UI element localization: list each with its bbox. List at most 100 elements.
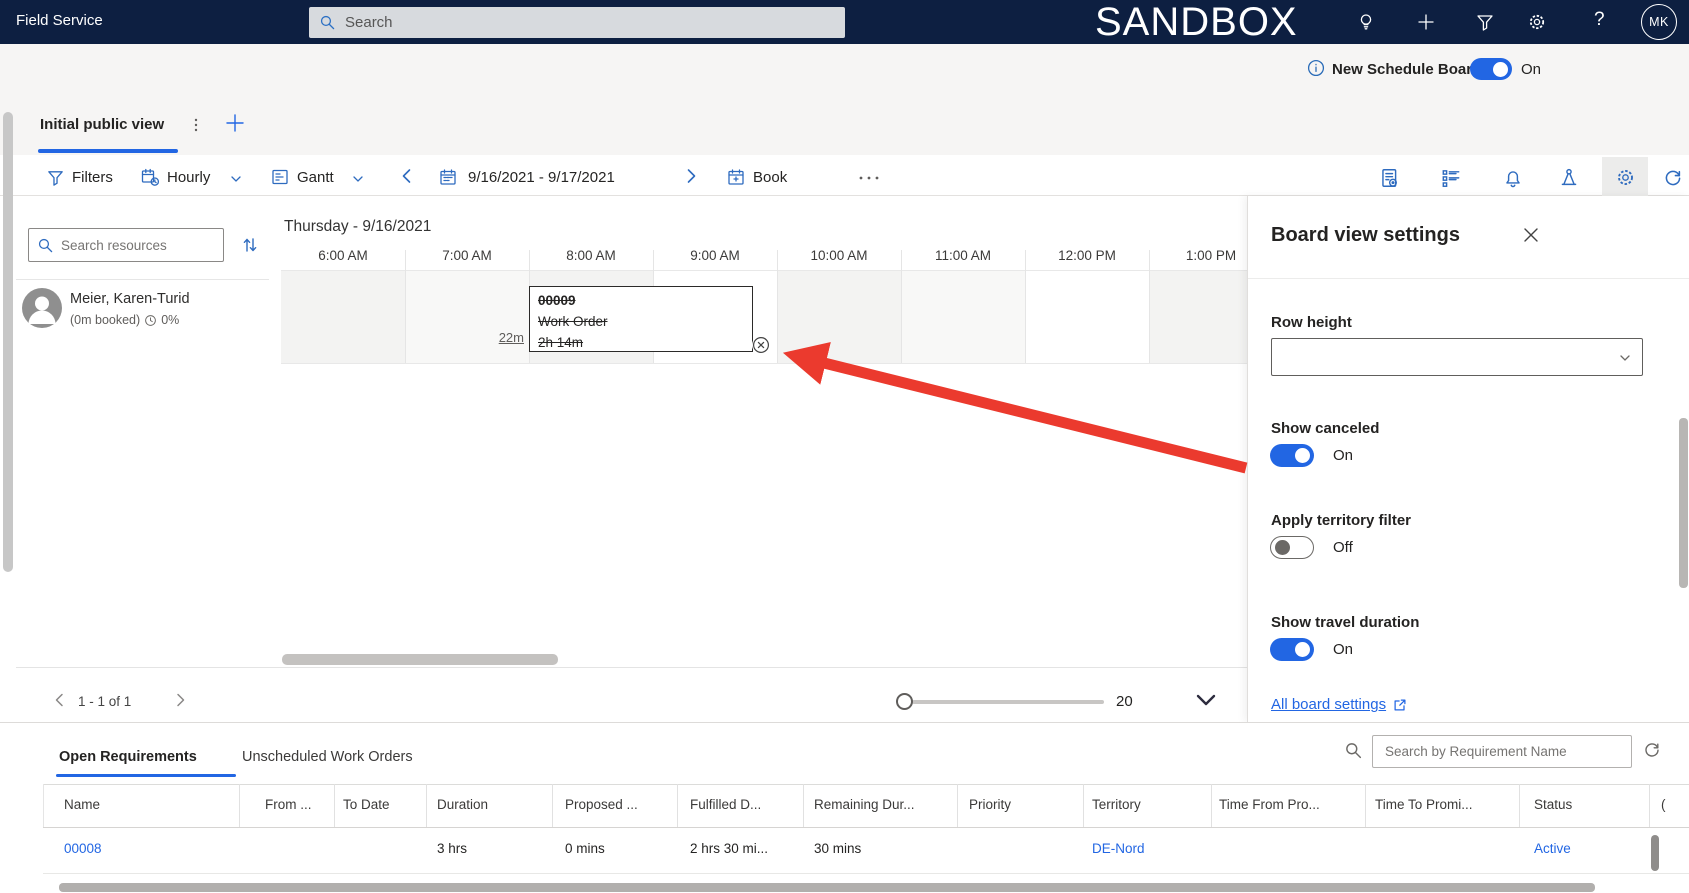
- table-horizontal-scrollbar[interactable]: [59, 883, 1595, 892]
- booking-requirements-icon[interactable]: [1378, 167, 1400, 189]
- time-slot-label: 12:00 PM: [1058, 248, 1116, 263]
- grid-cell[interactable]: [1149, 271, 1247, 363]
- avatar: [22, 288, 62, 328]
- time-slot-label: 1:00 PM: [1185, 248, 1237, 263]
- global-search[interactable]: [309, 7, 845, 38]
- pagination-next-icon[interactable]: [172, 692, 188, 708]
- add-tab-icon[interactable]: [224, 112, 246, 134]
- travel-duration-toggle[interactable]: [1270, 638, 1314, 661]
- lightbulb-icon[interactable]: [1356, 12, 1376, 32]
- new-schedule-board-toggle[interactable]: [1470, 58, 1512, 80]
- filters-icon[interactable]: [46, 168, 65, 187]
- cell-duration: 3 hrs: [437, 841, 468, 856]
- column-header[interactable]: (: [1661, 797, 1666, 812]
- table-vertical-scrollbar[interactable]: [1651, 835, 1659, 871]
- alerts-bell-icon[interactable]: [1502, 167, 1524, 189]
- filter-icon[interactable]: [1475, 12, 1495, 32]
- grid-cell[interactable]: [1025, 271, 1149, 363]
- requirement-search[interactable]: [1372, 735, 1632, 768]
- territory-filter-label: Apply territory filter: [1271, 512, 1412, 529]
- filters-button[interactable]: Filters: [72, 169, 113, 186]
- refresh-board-icon[interactable]: [1662, 167, 1684, 189]
- collapse-panel-chevron-icon[interactable]: [1190, 688, 1222, 712]
- tab-unscheduled-work-orders[interactable]: Unscheduled Work Orders: [242, 749, 413, 765]
- cancel-circle-x-icon[interactable]: [752, 336, 770, 354]
- details-list-icon[interactable]: [1440, 167, 1462, 189]
- view-mode-chevron-icon[interactable]: [352, 173, 364, 185]
- column-header[interactable]: Time To Promi...: [1375, 797, 1473, 812]
- profile-avatar[interactable]: MK: [1641, 4, 1677, 40]
- column-header[interactable]: Territory: [1092, 797, 1141, 812]
- map-legend-icon[interactable]: [1558, 167, 1580, 189]
- grid-cell[interactable]: [777, 271, 901, 363]
- book-button[interactable]: Book: [753, 169, 787, 186]
- book-calendar-icon[interactable]: [726, 167, 746, 187]
- pagination-previous-icon[interactable]: [52, 692, 68, 708]
- sort-resources-icon[interactable]: [240, 235, 260, 255]
- column-header[interactable]: Duration: [437, 797, 488, 812]
- grid-cell[interactable]: [901, 271, 1025, 363]
- time-slot-label: 6:00 AM: [318, 248, 368, 263]
- cell-status-link[interactable]: Active: [1534, 841, 1571, 856]
- zoom-slider-track[interactable]: [912, 700, 1104, 704]
- resource-search-input[interactable]: [59, 229, 221, 261]
- refresh-icon[interactable]: [1642, 740, 1662, 760]
- column-header[interactable]: To Date: [343, 797, 390, 812]
- column-header[interactable]: Remaining Dur...: [814, 797, 915, 812]
- gear-icon[interactable]: [1527, 12, 1547, 32]
- resource-row[interactable]: Meier, Karen-Turid (0m booked) 0%: [16, 280, 269, 342]
- panel-vertical-scrollbar[interactable]: [1679, 418, 1688, 588]
- resource-name: Meier, Karen-Turid: [70, 291, 190, 307]
- settings-gear-icon: [1615, 167, 1636, 188]
- app-title: Field Service: [16, 12, 103, 29]
- help-icon[interactable]: ?: [1594, 9, 1605, 31]
- grid-cell[interactable]: [281, 271, 405, 363]
- cell-remaining: 30 mins: [814, 841, 862, 856]
- resource-search[interactable]: [28, 228, 224, 262]
- all-board-settings-link[interactable]: All board settings: [1271, 696, 1408, 713]
- time-scale-dropdown[interactable]: Hourly: [167, 169, 210, 186]
- requirement-search-input[interactable]: [1383, 736, 1629, 767]
- cell-name-link[interactable]: 00008: [64, 841, 102, 856]
- time-scale-chevron-icon[interactable]: [230, 173, 242, 185]
- view-mode-dropdown[interactable]: Gantt: [297, 169, 334, 186]
- show-canceled-state: On: [1333, 447, 1354, 464]
- column-header[interactable]: Proposed ...: [565, 797, 638, 812]
- row-height-select[interactable]: [1271, 338, 1643, 376]
- booking-duration: 2h 14m: [538, 335, 584, 350]
- global-search-input[interactable]: [343, 7, 838, 38]
- search-icon: [319, 14, 336, 31]
- date-range-label[interactable]: 9/16/2021 - 9/17/2021: [468, 169, 615, 186]
- date-range-calendar-icon[interactable]: [438, 167, 458, 187]
- board-settings-button[interactable]: [1602, 157, 1648, 196]
- show-canceled-toggle[interactable]: [1270, 444, 1314, 467]
- tab-open-requirements[interactable]: Open Requirements: [59, 749, 197, 765]
- next-period-icon[interactable]: [682, 167, 700, 185]
- page-vertical-scrollbar[interactable]: [3, 112, 13, 572]
- column-header[interactable]: From ...: [265, 797, 312, 812]
- canceled-booking[interactable]: 00009 Work Order 2h 14m: [529, 286, 753, 352]
- column-header[interactable]: Status: [1534, 797, 1572, 812]
- tab-initial-public-view[interactable]: Initial public view: [40, 116, 164, 133]
- time-slot-label: 11:00 AM: [934, 248, 992, 263]
- info-icon[interactable]: [1307, 59, 1325, 77]
- hourly-calendar-icon[interactable]: [140, 167, 160, 187]
- board-toolbar: [0, 155, 1689, 196]
- territory-filter-toggle[interactable]: [1270, 536, 1314, 559]
- gantt-view-icon[interactable]: [270, 167, 290, 187]
- column-header[interactable]: Fulfilled D...: [690, 797, 761, 812]
- column-header[interactable]: Name: [64, 797, 100, 812]
- table-row[interactable]: 00008 3 hrs 0 mins 2 hrs 30 mi... 30 min…: [43, 828, 1689, 873]
- plus-icon[interactable]: [1416, 12, 1436, 32]
- previous-period-icon[interactable]: [398, 167, 416, 185]
- grid-horizontal-scrollbar[interactable]: [282, 654, 558, 665]
- toolbar-overflow-icon[interactable]: [858, 174, 880, 182]
- grid-cell[interactable]: [405, 271, 529, 363]
- close-icon[interactable]: [1522, 226, 1540, 244]
- column-header[interactable]: Time From Pro...: [1219, 797, 1320, 812]
- cell-territory-link[interactable]: DE-Nord: [1092, 841, 1145, 856]
- search-icon: [1344, 741, 1363, 760]
- tab-more-icon[interactable]: [188, 117, 204, 133]
- zoom-slider-handle[interactable]: [896, 693, 913, 710]
- column-header[interactable]: Priority: [969, 797, 1011, 812]
